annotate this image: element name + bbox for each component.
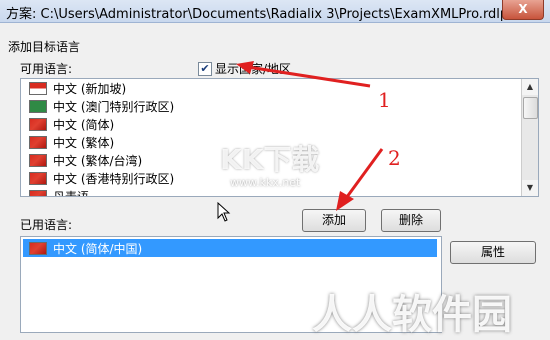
section-title: 添加目标语言 [8, 40, 81, 54]
flag-icon [29, 81, 47, 95]
list-item-label: 中文 (简体) [53, 117, 115, 132]
show-regions-label: 显示国家/地区 [215, 62, 292, 76]
show-regions-toggle[interactable]: ✔ 显示国家/地区 [198, 60, 291, 77]
title-bar: 方案: C:\Users\Administrator\Documents\Rad… [0, 0, 550, 23]
vertical-scrollbar[interactable]: ▲ ▼ [521, 79, 538, 196]
list-item-label: 中文 (香港特别行政区) [53, 171, 175, 186]
used-languages-list[interactable]: 中文 (简体/中国) [20, 236, 442, 333]
flag-icon [29, 135, 47, 149]
available-languages-label: 可用语言: [20, 62, 73, 76]
add-button[interactable]: 添加 [302, 209, 366, 232]
flag-icon [29, 171, 47, 185]
window-title: 方案: C:\Users\Administrator\Documents\Rad… [6, 7, 509, 22]
available-languages-list[interactable]: 中文 (新加坡) 中文 (澳门特别行政区) 中文 (简体) 中文 (繁体) 中文… [20, 78, 539, 197]
scrollbar-thumb[interactable] [523, 97, 538, 119]
list-item[interactable]: 中文 (澳门特别行政区) [21, 97, 538, 115]
list-item[interactable]: 中文 (香港特别行政区) [21, 169, 538, 187]
flag-icon [29, 241, 47, 255]
list-item[interactable]: 中文 (繁体/台湾) [21, 151, 538, 169]
list-item-label: 中文 (新加坡) [53, 81, 127, 96]
list-item-label: 丹麦语 [53, 189, 90, 197]
flag-icon [29, 117, 47, 131]
flag-icon [29, 99, 47, 113]
list-item[interactable]: 中文 (简体) [21, 115, 538, 133]
list-item-label: 中文 (繁体) [53, 135, 115, 150]
scroll-down-icon[interactable]: ▼ [522, 180, 538, 196]
flag-icon [29, 153, 47, 167]
properties-button[interactable]: 属性 [450, 241, 536, 264]
list-item[interactable]: 中文 (新加坡) [21, 79, 538, 97]
scroll-up-icon[interactable]: ▲ [522, 79, 538, 95]
show-regions-checkbox[interactable]: ✔ [198, 61, 212, 76]
list-item-label: 中文 (简体/中国) [53, 241, 143, 256]
list-item[interactable]: 中文 (繁体) [21, 133, 538, 151]
list-item[interactable]: 丹麦语 [21, 187, 538, 197]
mouse-cursor-icon [217, 202, 231, 222]
delete-button[interactable]: 删除 [381, 209, 441, 232]
list-item-label: 中文 (繁体/台湾) [53, 153, 143, 168]
used-languages-label: 已用语言: [20, 218, 73, 232]
list-item-label: 中文 (澳门特别行政区) [53, 99, 175, 114]
list-item[interactable]: 中文 (简体/中国) [23, 239, 437, 257]
flag-icon [29, 189, 47, 196]
close-button[interactable]: X [502, 0, 544, 20]
